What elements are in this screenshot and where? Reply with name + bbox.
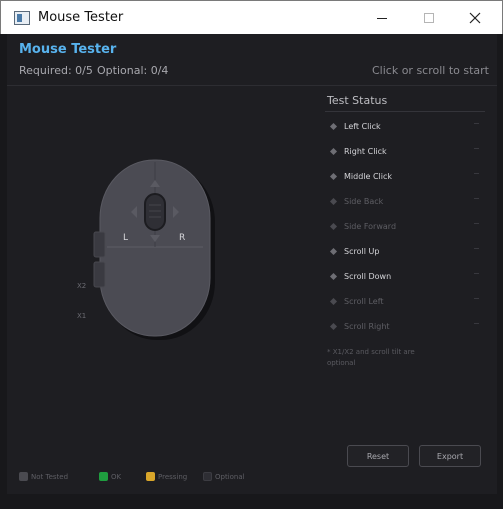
required-count: Required: 0/5 [19, 64, 93, 77]
minimize-icon [377, 18, 387, 19]
status-item: Scroll Right [325, 314, 485, 339]
app-icon [14, 11, 30, 25]
status-diamond-icon [329, 122, 338, 131]
scroll-wheel[interactable] [144, 193, 166, 231]
legend-swatch [203, 472, 212, 481]
status-list: Left Click Right Click Middle Click Side Ba… [325, 114, 485, 339]
legend-label: Pressing [158, 472, 188, 481]
mouse-diagram[interactable] [67, 156, 227, 346]
optional-note: * X1/X2 and scroll tilt are optional [327, 348, 415, 367]
status-result-indicator [474, 123, 479, 124]
legend: Not Tested OK Pressing Optional [19, 472, 319, 484]
status-diamond-icon [329, 322, 338, 331]
maximize-icon [424, 13, 434, 23]
optional-count: Optional: 0/4 [97, 64, 169, 77]
legend-item: Not Tested [19, 472, 68, 481]
header: Mouse Tester Required: 0/5 Optional: 0/4… [7, 34, 497, 86]
legend-label: Optional [215, 472, 245, 481]
status-diamond-icon [329, 272, 338, 281]
reset-button[interactable]: Reset [347, 445, 409, 467]
status-item: Right Click [325, 139, 485, 164]
status-result-indicator [474, 323, 479, 324]
legend-item: OK [99, 472, 121, 481]
status-result-indicator [474, 148, 479, 149]
test-status-title: Test Status [327, 94, 388, 107]
status-diamond-icon [329, 247, 338, 256]
close-button[interactable] [452, 1, 498, 35]
status-result-indicator [474, 198, 479, 199]
status-item: Side Forward [325, 214, 485, 239]
window-title: Mouse Tester [38, 10, 124, 25]
status-item: Scroll Up [325, 239, 485, 264]
status-item-label: Left Click [344, 122, 381, 131]
right-button-label: R [179, 233, 186, 243]
mouse-test-area[interactable]: L R X2 X1 [7, 86, 319, 446]
legend-swatch [99, 472, 108, 481]
x2-label: X2 [77, 282, 87, 290]
maximize-button[interactable] [406, 1, 452, 35]
export-button[interactable]: Export [419, 445, 481, 467]
status-item-label: Scroll Right [344, 322, 390, 331]
x1-label: X1 [77, 312, 87, 320]
close-icon [469, 12, 481, 24]
status-item: Middle Click [325, 164, 485, 189]
status-diamond-icon [329, 222, 338, 231]
test-status-panel: Test Status Left Click Right Click Middle … [325, 94, 485, 369]
legend-label: Not Tested [31, 472, 69, 481]
status-item-label: Scroll Down [344, 272, 392, 281]
legend-swatch [19, 472, 28, 481]
status-result-indicator [474, 173, 479, 174]
status-item: Left Click [325, 114, 485, 139]
status-item-label: Scroll Up [344, 247, 380, 256]
status-result-indicator [474, 298, 479, 299]
status-diamond-icon [329, 172, 338, 181]
legend-item: Pressing [146, 472, 187, 481]
app-title: Mouse Tester [19, 42, 117, 57]
status-result-indicator [474, 223, 479, 224]
legend-item: Optional [203, 472, 245, 481]
status-result-indicator [474, 273, 479, 274]
status-item-label: Side Back [344, 197, 384, 206]
status-item-label: Scroll Left [344, 297, 384, 306]
title-bar: Mouse Tester [0, 0, 503, 34]
start-hint: Click or scroll to start [371, 64, 489, 77]
status-result-indicator [474, 248, 479, 249]
status-item-label: Side Forward [344, 222, 397, 231]
status-divider [325, 111, 485, 112]
status-diamond-icon [329, 297, 338, 306]
minimize-button[interactable] [359, 1, 405, 35]
side-button-x2[interactable] [93, 231, 106, 258]
status-diamond-icon [329, 197, 338, 206]
side-button-x1[interactable] [93, 261, 106, 288]
status-item-label: Right Click [344, 147, 387, 156]
status-diamond-icon [329, 147, 338, 156]
left-button-label: L [123, 233, 129, 243]
status-item: Side Back [325, 189, 485, 214]
status-item: Scroll Down [325, 264, 485, 289]
status-item: Scroll Left [325, 289, 485, 314]
legend-swatch [146, 472, 155, 481]
main-content: Mouse Tester Required: 0/5 Optional: 0/4… [7, 34, 497, 494]
legend-label: OK [111, 472, 122, 481]
status-item-label: Middle Click [344, 172, 393, 181]
